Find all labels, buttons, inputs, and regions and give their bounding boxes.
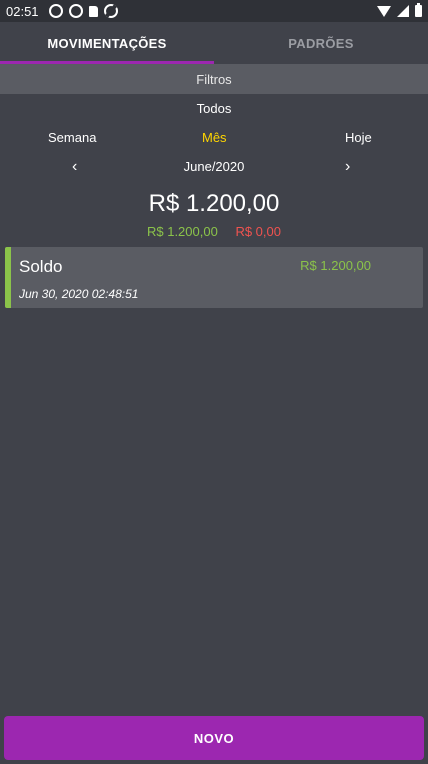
transaction-type-indicator xyxy=(5,247,11,308)
wifi-icon xyxy=(377,5,391,17)
income-expense-summary: R$ 1.200,00 R$ 0,00 xyxy=(0,224,428,240)
tab-bar: MOVIMENTAÇÕES PADRÕES xyxy=(0,22,428,64)
expense-total: R$ 0,00 xyxy=(235,224,281,239)
tab-movimentacoes[interactable]: MOVIMENTAÇÕES xyxy=(0,22,214,64)
sd-card-icon xyxy=(88,5,98,17)
notification-circle-icon xyxy=(48,4,63,18)
period-selector: Semana Mês Hoje xyxy=(0,128,428,148)
chevron-right-icon[interactable]: › xyxy=(345,156,350,178)
month-navigator: June/2020 ‹ › xyxy=(0,156,428,178)
period-today[interactable]: Hoje xyxy=(345,128,372,148)
transaction-amount: R$ 1.200,00 xyxy=(300,258,371,273)
new-transaction-button[interactable]: NOVO xyxy=(4,716,424,760)
current-month: June/2020 xyxy=(183,159,245,174)
tab-padroes[interactable]: PADRÕES xyxy=(214,22,428,64)
status-bar: 02:51 xyxy=(0,0,428,22)
notification-circle-icon xyxy=(68,4,83,18)
transaction-title: Soldo xyxy=(19,257,63,276)
chevron-left-icon[interactable]: ‹ xyxy=(72,156,77,178)
system-icons xyxy=(377,3,422,17)
transaction-date: Jun 30, 2020 02:48:51 xyxy=(19,287,139,301)
status-time: 02:51 xyxy=(6,3,39,19)
filters-header[interactable]: Filtros xyxy=(0,64,428,94)
battery-icon xyxy=(415,3,422,17)
filter-all[interactable]: Todos xyxy=(0,98,428,120)
period-week[interactable]: Semana xyxy=(48,128,96,148)
period-month[interactable]: Mês xyxy=(202,128,227,148)
data-saver-icon xyxy=(103,4,118,18)
notification-icons xyxy=(48,4,118,18)
signal-icon xyxy=(397,5,409,17)
income-total: R$ 1.200,00 xyxy=(146,224,218,239)
transaction-item[interactable]: Soldo R$ 1.200,00 Jun 30, 2020 02:48:51 xyxy=(5,247,423,308)
balance-total: R$ 1.200,00 xyxy=(148,190,280,217)
